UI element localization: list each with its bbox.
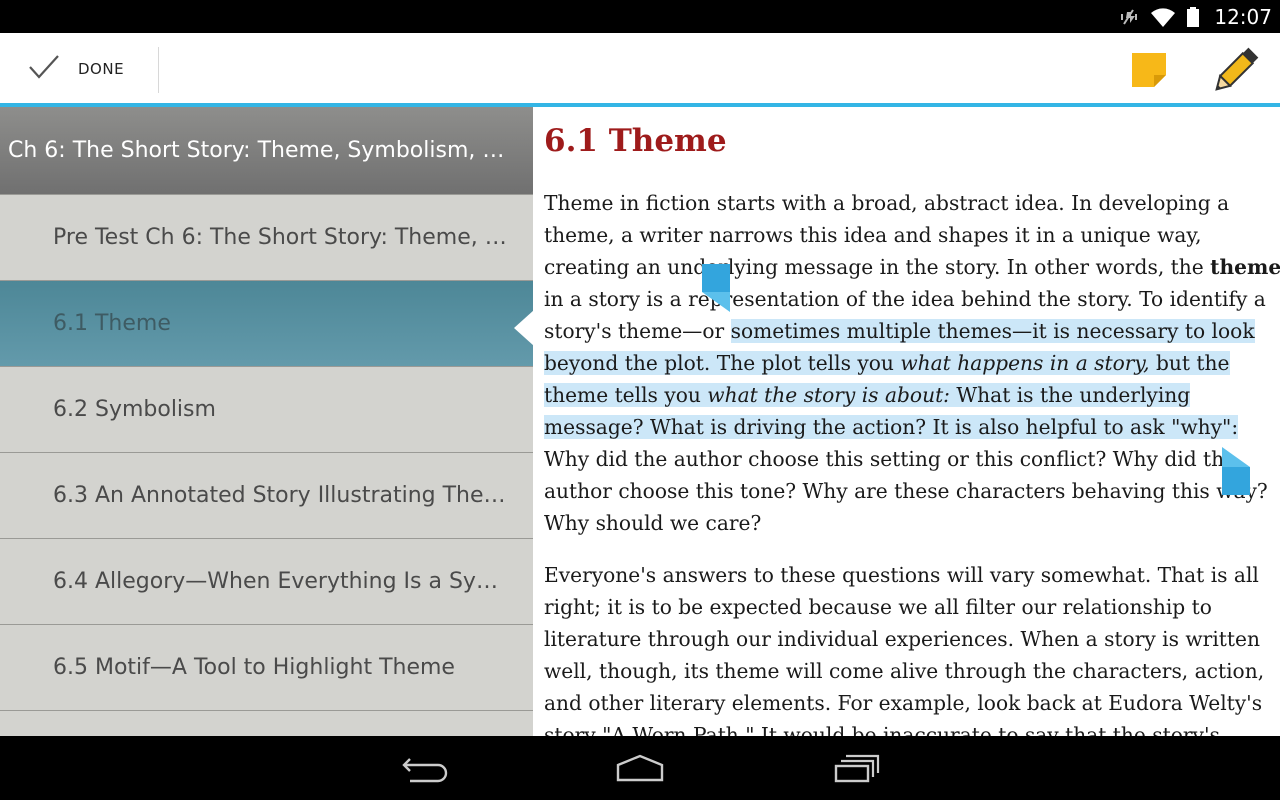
recent-apps-button[interactable] <box>827 750 887 790</box>
text-line: Everyone's answers to these questions wi… <box>544 563 1259 587</box>
vibrate-off-icon <box>1118 6 1140 28</box>
toc-item-label: 6.1 Theme <box>53 311 171 336</box>
reader-pane[interactable]: 6.1 Theme Theme in fiction starts with a… <box>533 107 1280 736</box>
sticky-note-icon <box>1128 53 1168 93</box>
text-run: What is the underlying <box>949 383 1191 407</box>
toc-item-label: 6.4 Allegory—When Everything Is a Symbol <box>53 569 515 594</box>
italic-text: what the story is about: <box>707 383 950 407</box>
paragraph-2[interactable]: Everyone's answers to these questions wi… <box>544 559 1274 736</box>
text-line: beyond the plot. The plot tells you what… <box>544 347 1274 379</box>
home-button[interactable] <box>610 750 670 790</box>
system-nav-bar <box>0 736 1280 800</box>
toc-item-label: 6.5 Motif—A Tool to Highlight Theme <box>53 655 455 680</box>
text-line: literature through our individual experi… <box>544 627 1260 651</box>
text-run: but the <box>1149 351 1230 375</box>
text-line: story "A Worn Path." It would be inaccur… <box>544 723 1220 736</box>
text-line: well, though, its theme will come alive … <box>544 659 1265 683</box>
highlighted-text: sometimes multiple themes—it is necessar… <box>730 319 1255 343</box>
text-line: Why did the author choose this setting o… <box>544 447 1237 471</box>
selection-start-handle[interactable] <box>700 264 732 318</box>
action-bar: DONE <box>0 33 1280 105</box>
back-button[interactable] <box>394 750 454 790</box>
toc-item-6-5-motif[interactable]: 6.5 Motif—A Tool to Highlight Theme <box>0 625 533 711</box>
toc-item-6-3-annotated-story[interactable]: 6.3 An Annotated Story Illustrating Them… <box>0 453 533 539</box>
text-line: in a story is a representation of the id… <box>544 287 1266 311</box>
highlighter-pencil-icon <box>1208 47 1262 103</box>
highlighted-text: theme tells you what the story is about:… <box>544 383 1191 407</box>
highlighter-button[interactable] <box>1208 43 1262 99</box>
text-line: Why should we care? <box>544 511 762 535</box>
text-run: creating an underlying message in the st… <box>544 255 1211 279</box>
back-icon <box>400 753 448 787</box>
home-icon <box>615 753 665 787</box>
selection-handle-end-icon <box>1220 447 1252 501</box>
toc-item-6-4-allegory[interactable]: 6.4 Allegory—When Everything Is a Symbol <box>0 539 533 625</box>
highlighted-text: message? What is driving the action? It … <box>544 415 1239 439</box>
done-label: DONE <box>78 60 125 78</box>
text-line: Theme in fiction starts with a broad, ab… <box>544 191 1230 215</box>
text-line: creating an underlying message in the st… <box>544 251 1280 283</box>
selection-end-handle[interactable] <box>1220 445 1252 501</box>
toc-item-label: 6.2 Symbolism <box>53 397 216 422</box>
toc-item-6-2-symbolism[interactable]: 6.2 Symbolism <box>0 367 533 453</box>
toc-item-label: Pre Test Ch 6: The Short Story: Theme, S… <box>53 225 515 250</box>
toc-chapter-label: Ch 6: The Short Story: Theme, Symbolism,… <box>8 138 515 163</box>
highlighted-text: beyond the plot. The plot tells you what… <box>544 351 1230 375</box>
clock: 12:07 <box>1214 4 1272 29</box>
text-line: author choose this tone? Why are these c… <box>544 479 1268 503</box>
recent-apps-icon <box>832 753 882 787</box>
toc-chapter-header[interactable]: Ch 6: The Short Story: Theme, Symbolism,… <box>0 107 533 195</box>
text-line: theme tells you what the story is about:… <box>544 379 1274 411</box>
done-button[interactable]: DONE <box>0 33 158 105</box>
bold-term: theme <box>1210 255 1280 279</box>
text-line: right; it is to be expected because we a… <box>544 595 1212 619</box>
text-line: message? What is driving the action? It … <box>544 411 1274 443</box>
paragraph-1[interactable]: Theme in fiction starts with a broad, ab… <box>544 187 1280 539</box>
status-icons: 12:07 <box>1118 0 1272 33</box>
toc-item-label: 6.3 An Annotated Story Illustrating Them… <box>53 483 515 508</box>
wifi-icon <box>1150 6 1176 28</box>
toc-item-pre-test[interactable]: Pre Test Ch 6: The Short Story: Theme, S… <box>0 195 533 281</box>
italic-text: what happens in a story, <box>900 351 1150 375</box>
toc-sidebar: Ch 6: The Short Story: Theme, Symbolism,… <box>0 107 533 736</box>
text-run: story's theme—or <box>544 319 731 343</box>
text-run: beyond the plot. The plot tells you <box>544 351 901 375</box>
status-bar: 12:07 <box>0 0 1280 33</box>
action-bar-divider <box>158 47 159 93</box>
active-item-pointer <box>514 310 534 346</box>
checkmark-icon <box>28 54 60 84</box>
text-run: theme tells you <box>544 383 708 407</box>
section-title: 6.1 Theme <box>544 123 727 159</box>
text-line: and other literary elements. For example… <box>544 691 1263 715</box>
text-line: theme, a writer narrows this idea and sh… <box>544 223 1202 247</box>
selection-handle-start-icon <box>700 264 732 318</box>
text-line: story's theme—or sometimes multiple them… <box>544 315 1274 347</box>
battery-icon <box>1186 6 1200 28</box>
sticky-note-button[interactable] <box>1128 49 1172 93</box>
toc-item-6-1-theme[interactable]: 6.1 Theme <box>0 281 533 367</box>
